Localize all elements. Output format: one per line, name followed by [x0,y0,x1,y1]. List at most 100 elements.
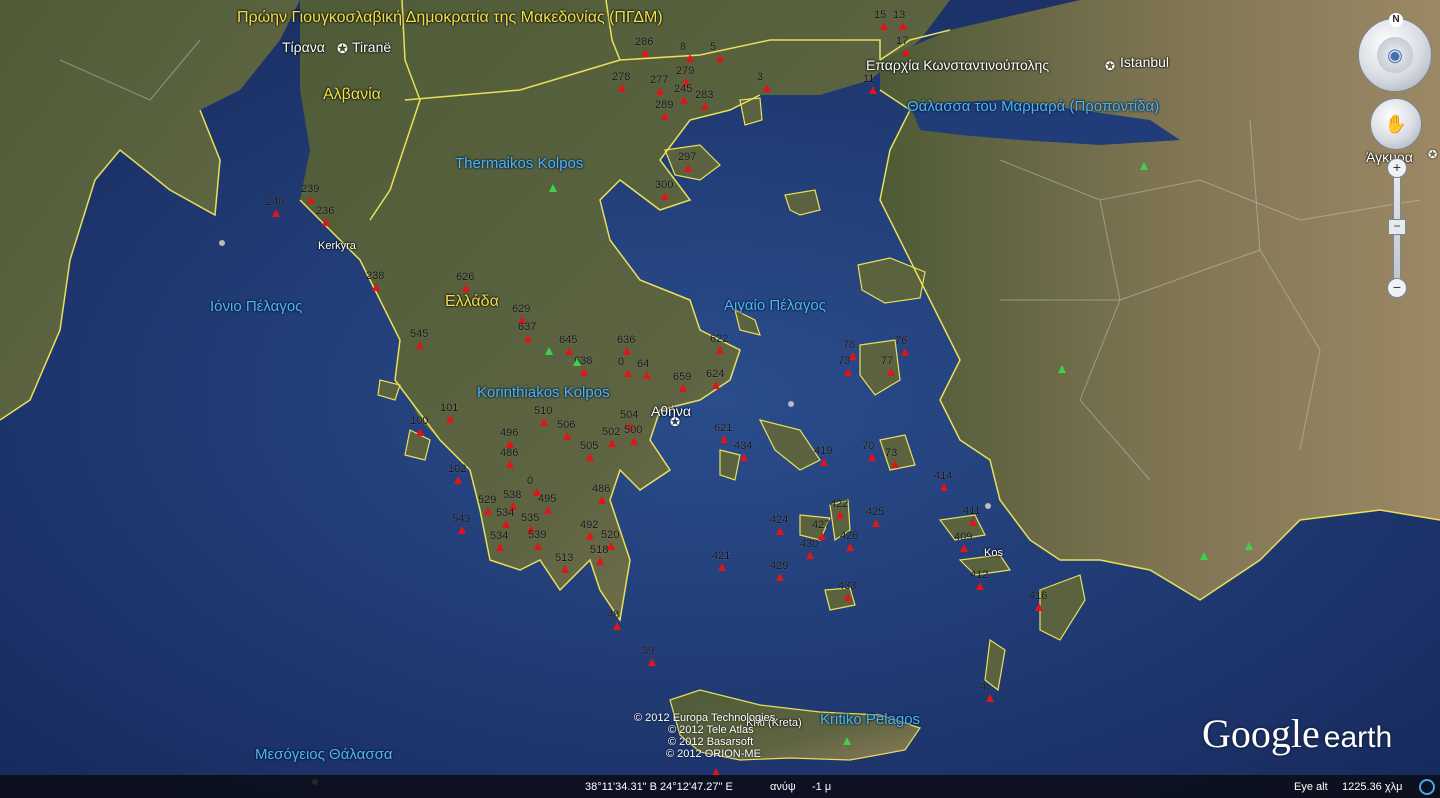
placemark-marker[interactable] [716,54,724,62]
placemark-marker[interactable] [940,483,948,491]
placemark-marker[interactable] [844,593,852,601]
placemark-marker[interactable] [869,86,877,94]
placemark-marker[interactable] [598,496,606,504]
eye-icon[interactable]: ◉ [1377,37,1413,73]
placemark-marker[interactable] [680,96,688,104]
placemark-marker[interactable] [446,415,454,423]
placemark-marker[interactable] [901,348,909,356]
placemark-marker[interactable] [544,506,552,514]
placemark-marker[interactable] [656,87,664,95]
placemark-label: 101 [440,402,459,414]
placemark-marker[interactable] [648,658,656,666]
placemark-marker[interactable] [565,347,573,355]
placemark-marker[interactable] [763,84,771,92]
placemark-marker[interactable] [899,22,907,30]
placemark-marker[interactable] [502,520,510,528]
placemark-marker[interactable] [416,428,424,436]
placemark-marker[interactable] [969,518,977,526]
placemark-marker[interactable] [322,218,330,226]
placemark-marker[interactable] [624,369,632,377]
placemark-marker[interactable] [540,418,548,426]
green-placemark-icon[interactable] [573,358,581,366]
placemark-marker[interactable] [307,196,315,204]
streaming-indicator-icon [1419,779,1435,795]
placemark-marker[interactable] [976,582,984,590]
placemark-marker[interactable] [458,526,466,534]
zoom-out-button[interactable]: − [1387,278,1407,298]
placemark-marker[interactable] [868,453,876,461]
placemark-marker[interactable] [618,84,626,92]
green-placemark-icon[interactable] [545,347,553,355]
placemark-marker[interactable] [844,368,852,376]
placemark-marker[interactable] [596,557,604,565]
placemark-marker[interactable] [679,384,687,392]
placemark-marker[interactable] [846,543,854,551]
placemark-marker[interactable] [1035,603,1043,611]
green-placemark-icon[interactable] [1058,365,1066,373]
placemark-marker[interactable] [740,453,748,461]
placemark-label: 73 [885,447,898,459]
placemark-marker[interactable] [872,519,880,527]
zoom-slider-handle[interactable]: − [1388,219,1406,235]
istanbul-star-icon: ✪ [1105,59,1116,73]
placemark-marker[interactable] [454,476,462,484]
placemark-marker[interactable] [372,283,380,291]
placemark-marker[interactable] [641,49,649,57]
placemark-marker[interactable] [613,622,621,630]
placemark-marker[interactable] [586,453,594,461]
google-earth-logo: Google earth [1202,710,1392,757]
map-viewport[interactable]: Πρώην Γιουγκοσλαβική Δημοκρατία της Μακε… [0,0,1440,798]
placemark-marker[interactable] [902,48,910,56]
placemark-marker[interactable] [836,511,844,519]
placemark-marker[interactable] [506,460,514,468]
hand-icon[interactable]: ✋ [1371,99,1421,149]
placemark-marker[interactable] [661,192,669,200]
placemark-marker[interactable] [561,565,569,573]
placemark-marker[interactable] [986,694,994,702]
placemark-marker[interactable] [701,102,709,110]
green-placemark-icon[interactable] [1200,552,1208,560]
placemark-marker[interactable] [643,371,651,379]
placemark-marker[interactable] [880,22,888,30]
zoom-in-button[interactable]: + [1387,158,1407,178]
green-placemark-icon[interactable] [1140,162,1148,170]
placemark-marker[interactable] [496,543,504,551]
placemark-marker[interactable] [524,334,532,342]
placemark-marker[interactable] [684,164,692,172]
placemark-marker[interactable] [806,551,814,559]
placemark-marker[interactable] [630,437,638,445]
placemark-marker[interactable] [887,368,895,376]
satellite-map[interactable] [0,0,1440,798]
north-indicator[interactable]: N [1389,13,1403,27]
placemark-label: 0 [527,475,534,487]
placemark-marker[interactable] [416,341,424,349]
move-control[interactable]: ✋ [1370,98,1422,150]
placemark-marker[interactable] [891,460,899,468]
placemark-label: 538 [503,489,522,501]
placemark-marker[interactable] [686,54,694,62]
placemark-marker[interactable] [776,573,784,581]
placemark-marker[interactable] [484,507,492,515]
placemark-marker[interactable] [563,432,571,440]
sea-label-marmara: Θάλασσα του Μαρμαρά (Προποντίδα) [907,98,1160,115]
placemark-marker[interactable] [661,112,669,120]
placemark-marker[interactable] [623,347,631,355]
placemark-marker[interactable] [720,435,728,443]
placemark-marker[interactable] [820,458,828,466]
placemark-marker[interactable] [718,563,726,571]
green-placemark-icon[interactable] [1245,542,1253,550]
placemark-marker[interactable] [960,544,968,552]
look-control[interactable]: N ◉ [1358,13,1432,92]
placemark-marker[interactable] [586,532,594,540]
placemark-marker[interactable] [580,368,588,376]
placemark-marker[interactable] [608,439,616,447]
placemark-marker[interactable] [712,381,720,389]
green-placemark-icon[interactable] [843,737,851,745]
placemark-marker[interactable] [818,532,826,540]
placemark-marker[interactable] [716,346,724,354]
green-placemark-icon[interactable] [549,184,557,192]
placemark-marker[interactable] [272,209,280,217]
placemark-marker[interactable] [462,284,470,292]
placemark-marker[interactable] [776,527,784,535]
placemark-marker[interactable] [534,542,542,550]
